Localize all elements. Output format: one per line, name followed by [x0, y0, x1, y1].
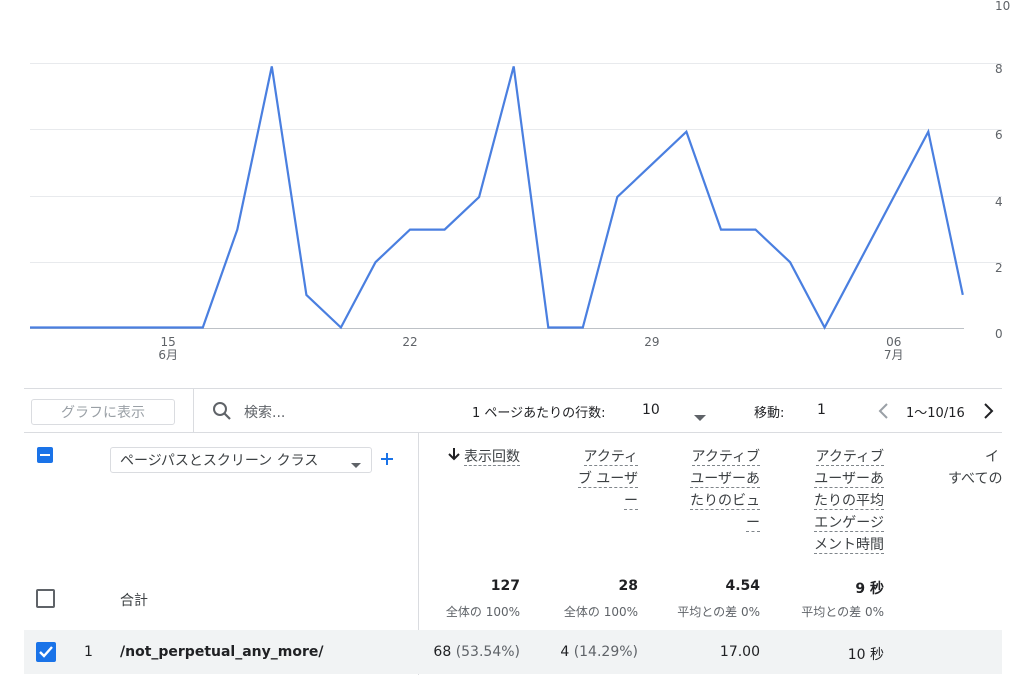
header-line: メント時間 [814, 537, 884, 554]
toolbar-top-border [24, 388, 1002, 389]
x-axis-ticks: 156月 22 29 067月 [158, 335, 903, 362]
x-tick-label: 22 [402, 335, 417, 349]
chevron-down-icon [351, 457, 361, 473]
x-tick-label: 15 [161, 335, 176, 349]
dropdown-arrow-icon[interactable] [694, 408, 706, 427]
row-active-users-value: 4 [560, 644, 570, 660]
header-avg-engagement[interactable]: アクティブ ユーザーあ たりの平均 エンゲージ メント時間 [790, 446, 884, 556]
next-page-icon[interactable] [983, 402, 995, 424]
row-views-pct: (53.54%) [455, 644, 520, 660]
search-input[interactable]: 検索... [244, 402, 285, 422]
rows-per-page-select[interactable]: 10 [642, 402, 660, 418]
row-views: 68 (53.54%) [420, 644, 520, 660]
header-line: ー [624, 493, 638, 510]
total-active-users: 28 [618, 578, 638, 594]
goto-label: 移動: [754, 406, 785, 421]
total-views-per-user-sub: 平均との差 0% [677, 605, 760, 619]
select-all-checkbox[interactable] [37, 447, 53, 463]
total-avg-engagement: 9 秒 [855, 581, 884, 597]
row-avg-engagement: 10 秒 [847, 647, 884, 663]
row-views-value: 68 [433, 644, 452, 660]
header-cut-off[interactable]: イ すべての [944, 446, 1002, 490]
header-views-per-user[interactable]: アクティブ ユーザーあ たりのビュ ー [670, 446, 760, 534]
x-tick-sublabel: 7月 [884, 348, 904, 362]
header-line: アクティブ [691, 449, 760, 466]
row-page-path[interactable]: /not_perpetual_any_more/ [120, 644, 324, 660]
y-tick-label: 4 [995, 195, 1003, 209]
dimension-label: ページパスとスクリーン クラス [120, 453, 319, 469]
y-tick-label: 2 [995, 261, 1003, 275]
sort-down-icon [448, 446, 460, 468]
header-line: すべての [948, 471, 1002, 487]
show-in-graph-button[interactable]: グラフに表示 [31, 399, 175, 425]
header-line: エンゲージ [814, 515, 884, 532]
total-label: 合計 [120, 593, 148, 609]
checkmark-icon [39, 646, 53, 658]
row-index: 1 [84, 644, 93, 660]
rows-per-page-label: 1 ページあたりの行数: [472, 406, 606, 421]
add-dimension-icon[interactable] [380, 451, 394, 470]
row-views-per-user: 17.00 [719, 644, 760, 660]
page-range: 1〜10/16 [906, 406, 965, 421]
prev-page-icon[interactable] [877, 402, 889, 424]
total-views: 127 [490, 578, 520, 594]
y-tick-label: 6 [995, 128, 1003, 142]
goto-input[interactable]: 1 [817, 402, 826, 418]
row-checkbox[interactable] [36, 642, 56, 662]
header-line: たりの平均 [814, 493, 884, 510]
header-line: アクティブ [815, 449, 884, 466]
total-row-checkbox[interactable] [36, 589, 55, 608]
header-line: ユーザーあ [690, 471, 760, 488]
row-active-users: 4 (14.29%) [538, 644, 638, 660]
total-avg-engagement-sub: 平均との差 0% [801, 605, 884, 619]
line-chart: 0 2 4 6 8 10 156月 22 29 067月 [30, 0, 1010, 362]
header-line: たりのビュ [690, 493, 760, 510]
x-tick-sublabel: 6月 [158, 348, 178, 362]
table-top-border [24, 432, 1002, 433]
y-axis-ticks: 0 2 4 6 8 10 [995, 0, 1010, 341]
header-line: イ [985, 449, 999, 465]
row-active-users-pct: (14.29%) [573, 644, 638, 660]
x-tick-label: 29 [644, 335, 659, 349]
total-active-users-sub: 全体の 100% [563, 605, 638, 619]
dimension-select[interactable]: ページパスとスクリーン クラス [110, 447, 372, 473]
x-tick-label: 06 [886, 335, 901, 349]
header-line: アクティ [583, 449, 638, 466]
chart-gridlines [30, 63, 1002, 329]
total-views-per-user: 4.54 [725, 578, 760, 594]
header-active-users[interactable]: アクティ ブ ユーザ ー [560, 446, 638, 512]
header-views-label: 表示回数 [464, 449, 520, 466]
y-tick-label: 0 [995, 327, 1003, 341]
header-line: ー [746, 515, 760, 532]
y-tick-label: 8 [995, 62, 1003, 76]
toolbar-divider [193, 389, 194, 433]
total-views-sub: 全体の 100% [445, 605, 520, 619]
search-icon[interactable] [212, 401, 232, 425]
header-views[interactable]: 表示回数 [430, 446, 520, 468]
header-line: ブ ユーザ [577, 471, 638, 488]
y-tick-label: 10 [995, 0, 1010, 13]
header-line: ユーザーあ [814, 471, 884, 488]
